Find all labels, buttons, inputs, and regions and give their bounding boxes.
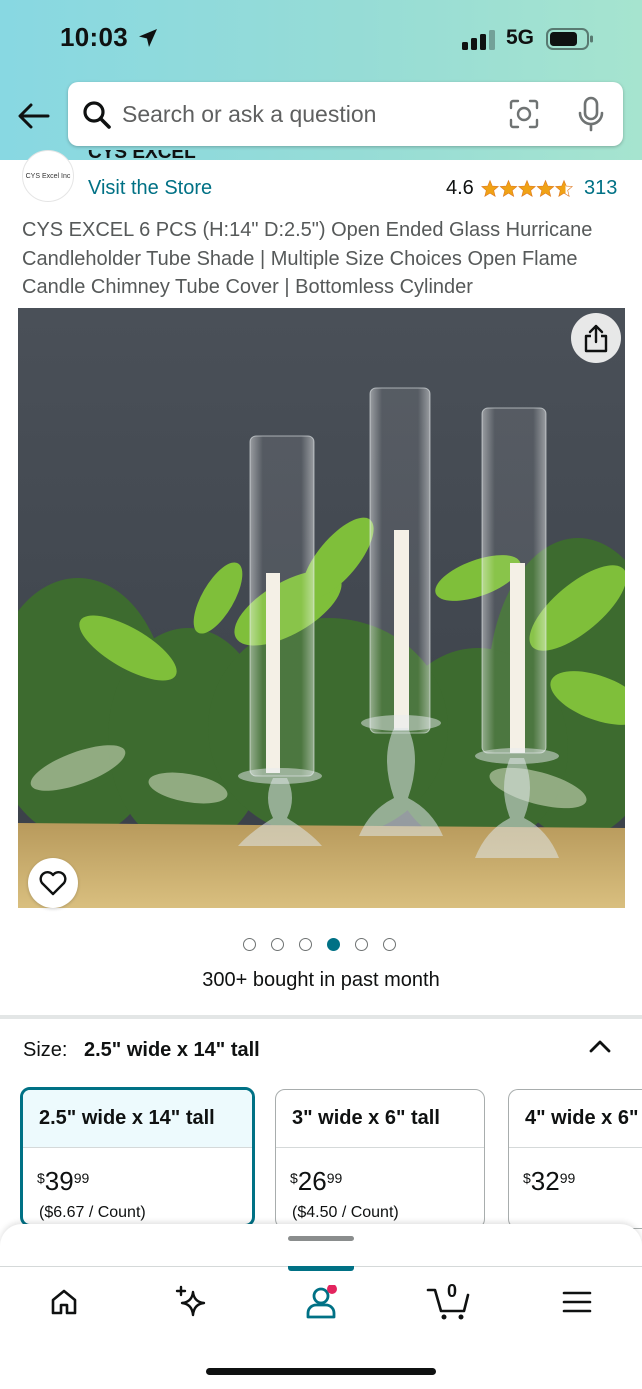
brand-logo[interactable]: CYS Excel Inc xyxy=(22,150,74,202)
nav-active-indicator xyxy=(288,1266,354,1271)
pagination-dot[interactable] xyxy=(243,938,256,951)
share-icon xyxy=(584,324,608,353)
section-divider xyxy=(0,1015,642,1019)
size-option-card[interactable]: 4" wide x 6" tall $3299 xyxy=(508,1089,642,1229)
size-option-card[interactable]: 3" wide x 6" tall $2699 ($4.50 / Count) xyxy=(275,1089,485,1229)
rating-value: 4.6 xyxy=(446,177,474,199)
search-bar[interactable] xyxy=(68,82,623,146)
nav-account-button[interactable] xyxy=(299,1282,343,1322)
product-title: CYS EXCEL 6 PCS (H:14" D:2.5") Open Ende… xyxy=(22,219,593,298)
back-arrow-icon xyxy=(18,103,50,129)
account-icon xyxy=(306,1285,337,1319)
size-option-card[interactable]: 2.5" wide x 14" tall $3999 ($6.67 / Coun… xyxy=(20,1087,255,1227)
signal-icon xyxy=(462,30,495,50)
heart-icon xyxy=(39,871,67,896)
wishlist-button[interactable] xyxy=(28,858,78,908)
battery-icon xyxy=(546,28,593,50)
nav-ai-button[interactable] xyxy=(170,1282,214,1322)
size-option-unit-price: ($6.67 / Count) xyxy=(39,1204,146,1221)
size-option-label: 4" wide x 6" tall xyxy=(509,1090,642,1148)
search-icon xyxy=(83,101,111,129)
size-option-label: 3" wide x 6" tall xyxy=(276,1090,484,1148)
rating-count-link[interactable]: 313 xyxy=(584,177,617,200)
sparkle-icon xyxy=(175,1285,206,1317)
bought-in-past-month: 300+ bought in past month xyxy=(202,969,440,991)
pagination-dot[interactable] xyxy=(271,938,284,951)
size-option-unit-price: ($4.50 / Count) xyxy=(292,1204,399,1221)
product-image[interactable] xyxy=(18,308,625,908)
microphone-icon[interactable] xyxy=(576,96,606,132)
search-input[interactable] xyxy=(122,82,492,146)
back-button[interactable] xyxy=(14,96,54,136)
status-time: 10:03 xyxy=(60,22,128,52)
size-option-label: 2.5" wide x 14" tall xyxy=(23,1090,252,1148)
pagination-dot[interactable] xyxy=(383,938,396,951)
pagination-dot-active[interactable] xyxy=(327,938,340,951)
cart-count-badge: 0 xyxy=(446,1281,457,1301)
product-photo xyxy=(18,308,625,908)
brand-name[interactable]: CYS EXCEL xyxy=(88,150,196,164)
size-option-price: $3299 xyxy=(523,1166,576,1196)
chevron-up-icon[interactable] xyxy=(587,1034,613,1058)
app-header: 10:03 5G xyxy=(0,0,642,160)
home-indicator[interactable] xyxy=(206,1368,436,1375)
size-option-price: $3999 xyxy=(37,1166,90,1196)
image-pagination[interactable] xyxy=(243,938,396,951)
size-option-price: $2699 xyxy=(290,1166,343,1196)
pagination-dot[interactable] xyxy=(299,938,312,951)
star-rating-icon[interactable] xyxy=(481,178,573,198)
menu-icon xyxy=(562,1291,592,1313)
network-type: 5G xyxy=(506,26,535,49)
selected-size: 2.5" wide x 14" tall xyxy=(84,1039,260,1061)
sheet-drag-handle[interactable] xyxy=(288,1236,354,1241)
visit-store-link[interactable]: Visit the Store xyxy=(88,177,212,200)
size-label: Size: xyxy=(23,1039,68,1061)
pagination-dot[interactable] xyxy=(355,938,368,951)
share-button[interactable] xyxy=(571,313,621,363)
nav-home-button[interactable] xyxy=(42,1282,86,1322)
home-icon xyxy=(51,1289,77,1315)
location-arrow-icon xyxy=(139,29,157,47)
camera-lens-icon[interactable] xyxy=(508,98,540,130)
nav-menu-button[interactable] xyxy=(555,1282,599,1322)
